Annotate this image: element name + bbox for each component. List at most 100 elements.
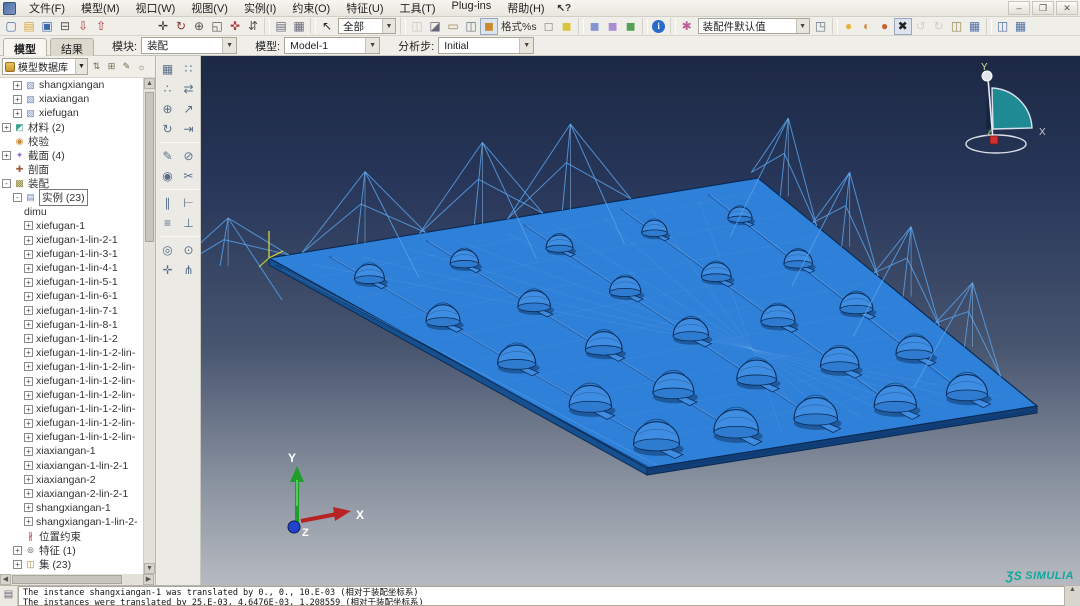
selection-filter-combo[interactable]: 全部▼ bbox=[338, 18, 396, 34]
tree-expander-icon[interactable]: - bbox=[13, 193, 22, 202]
tree-expander-icon[interactable]: + bbox=[13, 560, 22, 569]
tree-row[interactable]: +xiefugan-1-lin-1-2-lin- bbox=[0, 416, 143, 430]
restore-button[interactable]: ❐ bbox=[1032, 1, 1054, 15]
tree-hscroll-left[interactable]: ◀ bbox=[0, 574, 11, 585]
message-area-icon[interactable]: ▤ bbox=[0, 586, 18, 606]
tree-expander-icon[interactable]: + bbox=[2, 123, 11, 132]
face-to-face-constraint-tool[interactable]: ⊢ bbox=[178, 193, 199, 213]
tree-row[interactable]: +shangxiangan-1-lin-2- bbox=[0, 515, 143, 529]
tree-expander-icon[interactable]: + bbox=[24, 306, 33, 315]
tree-expander-icon[interactable]: + bbox=[24, 447, 33, 456]
datum-csys-tool[interactable]: ✛ bbox=[157, 260, 178, 280]
cube-blue-icon[interactable]: ◼ bbox=[586, 18, 604, 35]
append-model-db-icon[interactable]: ⇩ bbox=[74, 18, 92, 35]
tree-expander-icon[interactable]: + bbox=[24, 489, 33, 498]
menu-item-9[interactable]: 帮助(H) bbox=[499, 0, 552, 17]
tree-expander-icon[interactable]: + bbox=[24, 405, 33, 414]
tree-expander-icon[interactable]: + bbox=[13, 546, 22, 555]
chevron-down-icon[interactable]: ▼ bbox=[75, 59, 87, 74]
tree-row[interactable]: +xiefugan-1-lin-1-2 bbox=[0, 332, 143, 346]
info-icon[interactable]: i bbox=[650, 18, 668, 35]
tree-expander-icon[interactable]: + bbox=[24, 362, 33, 371]
tree-row[interactable]: ◉校验 bbox=[0, 134, 143, 148]
menu-item-2[interactable]: 视口(W) bbox=[128, 0, 184, 17]
color-palette-icon[interactable]: ✱ bbox=[678, 18, 696, 35]
tree-expander-icon[interactable]: + bbox=[24, 433, 33, 442]
translate-instance-tool[interactable]: ↗ bbox=[178, 99, 199, 119]
delete-feature-tool[interactable]: ✂ bbox=[178, 166, 199, 186]
light-toggle-icon[interactable]: ● bbox=[840, 18, 858, 35]
tree-row[interactable]: +▧xiefugan bbox=[0, 106, 143, 120]
tree-tips-icon[interactable]: ☼ bbox=[135, 59, 148, 74]
tree-expander-icon[interactable]: + bbox=[24, 278, 33, 287]
dark-toggle-icon[interactable]: ● bbox=[876, 18, 894, 35]
coincident-point-tool[interactable]: ⊙ bbox=[178, 240, 199, 260]
tree-row[interactable]: +◫集 (23) bbox=[0, 557, 143, 571]
tree-row[interactable]: +xiefugan-1-lin-1-2-lin- bbox=[0, 402, 143, 416]
chevron-down-icon[interactable]: ▼ bbox=[519, 38, 533, 53]
clipboard-icon[interactable]: ◫ bbox=[948, 18, 966, 35]
tree-row[interactable]: +▧shangxiangan bbox=[0, 78, 143, 92]
tree-expander-icon[interactable]: + bbox=[24, 391, 33, 400]
create-instance-tool[interactable]: ▦ bbox=[157, 59, 178, 79]
tree-expander-icon[interactable]: + bbox=[13, 81, 22, 90]
tree-row[interactable]: +shangxiangan-1 bbox=[0, 501, 143, 515]
chevron-down-icon[interactable]: ▼ bbox=[796, 19, 809, 33]
tree-root-combo[interactable]: 模型数据库 ▼ bbox=[2, 58, 88, 75]
tree-expander-icon[interactable]: + bbox=[24, 250, 33, 259]
tree-row[interactable]: +xiefugan-1-lin-1-2-lin- bbox=[0, 388, 143, 402]
box-zoom-icon[interactable]: ◱ bbox=[208, 18, 226, 35]
open-model-db-icon[interactable]: ⇧ bbox=[92, 18, 110, 35]
select-cursor-icon[interactable]: ↖ bbox=[318, 18, 336, 35]
tree-filter-icon[interactable]: ✎ bbox=[120, 59, 133, 74]
tree-row[interactable]: +xiaxiangan-2-lin-2-1 bbox=[0, 487, 143, 501]
view-cut-icon[interactable]: ◪ bbox=[426, 18, 444, 35]
tree-expander-icon[interactable]: + bbox=[24, 264, 33, 273]
coaxial-constraint-tool[interactable]: ◎ bbox=[157, 240, 178, 260]
edge-to-edge-constraint-tool[interactable]: ⊥ bbox=[178, 213, 199, 233]
tree-expander-icon[interactable]: + bbox=[24, 475, 33, 484]
menu-item-1[interactable]: 模型(M) bbox=[73, 0, 128, 17]
menu-item-8[interactable]: Plug-ins bbox=[444, 0, 500, 17]
box-select-icon[interactable]: ▭ bbox=[444, 18, 462, 35]
model-3d-view[interactable]: YXYXZ bbox=[201, 56, 1080, 585]
tree-row[interactable]: +xiefugan-1-lin-6-1 bbox=[0, 289, 143, 303]
tree-vscroll-up[interactable]: ▲ bbox=[144, 78, 155, 89]
menu-item-5[interactable]: 约束(O) bbox=[284, 0, 338, 17]
message-scrollbar[interactable]: ▲ bbox=[1064, 586, 1080, 606]
menu-item-4[interactable]: 实例(I) bbox=[236, 0, 284, 17]
cycle-views-icon[interactable]: ⇵ bbox=[244, 18, 262, 35]
tile-viewports-icon[interactable]: ▦ bbox=[1012, 18, 1030, 35]
viewport-canvas[interactable]: YXYXZ ƷS SIMULIA bbox=[201, 56, 1080, 585]
tree-row[interactable]: +xiaxiangan-1 bbox=[0, 444, 143, 458]
tree-hscroll-right[interactable]: ▶ bbox=[143, 574, 154, 585]
tab-模型[interactable]: 模型 bbox=[3, 38, 47, 56]
tree-row[interactable]: +xiefugan-1-lin-5-1 bbox=[0, 275, 143, 289]
shaded-render-icon[interactable]: ◼ bbox=[480, 18, 498, 35]
context-combo-1[interactable]: Model-1▼ bbox=[284, 37, 380, 54]
menu-item-0[interactable]: 文件(F) bbox=[21, 0, 73, 17]
shaded-cube-icon[interactable]: ◼ bbox=[558, 18, 576, 35]
chevron-down-icon[interactable]: ▼ bbox=[222, 38, 236, 53]
tree-row[interactable]: +xiefugan-1-lin-7-1 bbox=[0, 304, 143, 318]
replace-instance-tool[interactable]: ⇄ bbox=[178, 79, 199, 99]
tree-row[interactable]: +xiefugan-1-lin-1-2-lin- bbox=[0, 346, 143, 360]
tree-row[interactable]: +xiefugan-1-lin-2-1 bbox=[0, 233, 143, 247]
tree-expander-icon[interactable]: + bbox=[24, 503, 33, 512]
tree-row[interactable]: dimu bbox=[0, 205, 143, 219]
tree-row[interactable]: +xiefugan-1-lin-1-2-lin- bbox=[0, 360, 143, 374]
menu-item-7[interactable]: 工具(T) bbox=[392, 0, 444, 17]
tree-row[interactable]: +xiefugan-1-lin-3-1 bbox=[0, 247, 143, 261]
chevron-down-icon[interactable]: ▼ bbox=[365, 38, 379, 53]
tree-row[interactable]: +xiaxiangan-2 bbox=[0, 473, 143, 487]
job-monitor-icon[interactable]: ▦ bbox=[966, 18, 984, 35]
tree-expander-icon[interactable]: + bbox=[24, 236, 33, 245]
suppress-feature-tool[interactable]: ⊘ bbox=[178, 146, 199, 166]
tree-row[interactable]: +xiefugan-1 bbox=[0, 219, 143, 233]
edit-feature-tool[interactable]: ✎ bbox=[157, 146, 178, 166]
halflight-toggle-icon[interactable]: ◐ bbox=[858, 18, 876, 35]
color-code-combo[interactable]: 装配件默认值▼ bbox=[698, 18, 810, 34]
rotate-view-icon[interactable]: ↻ bbox=[172, 18, 190, 35]
parallel-edge-constraint-tool[interactable]: ≡ bbox=[157, 213, 178, 233]
context-combo-2[interactable]: Initial▼ bbox=[438, 37, 534, 54]
